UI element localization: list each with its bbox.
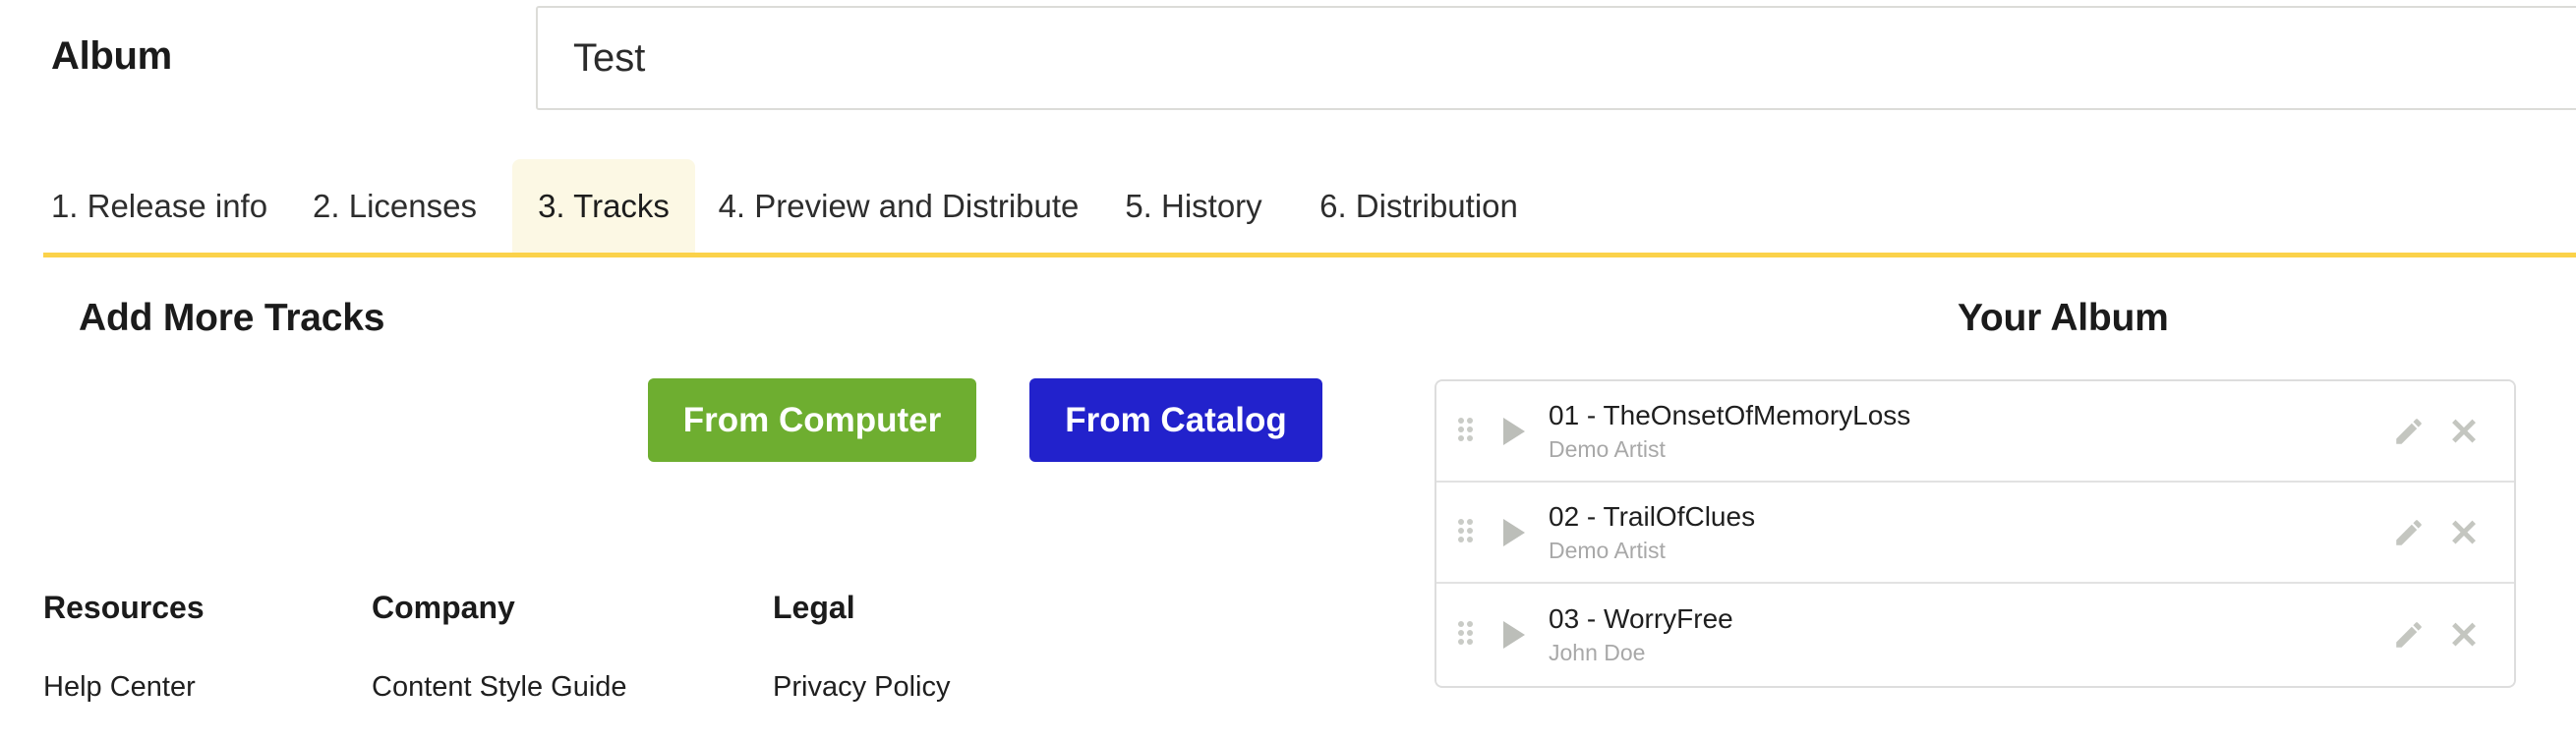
close-x-icon [2452,520,2476,544]
track-title: 01 - TheOnsetOfMemoryLoss [1549,399,1911,430]
edit-track-button[interactable] [2390,413,2428,450]
footer-column-company: Company Content Style Guide [372,590,627,704]
pencil-icon [2396,519,2422,545]
add-more-tracks-heading: Add More Tracks [79,297,385,339]
tab-history[interactable]: 5. History [1112,159,1275,254]
play-icon[interactable] [1503,518,1525,546]
close-x-icon [2452,419,2476,443]
track-info: 02 - TrailOfClues Demo Artist [1549,499,2390,566]
track-artist: Demo Artist [1549,537,1666,563]
footer-heading: Company [372,590,515,625]
tab-underline [43,253,2576,257]
drag-handle-icon[interactable] [1458,418,1486,444]
track-row[interactable]: 01 - TheOnsetOfMemoryLoss Demo Artist [1436,381,2514,483]
tab-licenses[interactable]: 2. Licenses [299,159,491,254]
from-computer-button[interactable]: From Computer [648,378,976,462]
footer-column-resources: Resources Help Center [43,590,205,704]
track-row-actions [2390,413,2483,450]
site-footer: Resources Help Center Company Content St… [0,590,2576,741]
track-info: 01 - TheOnsetOfMemoryLoss Demo Artist [1549,398,2390,465]
track-row[interactable]: 02 - TrailOfClues Demo Artist [1436,483,2514,584]
tab-tracks[interactable]: 3. Tracks [512,159,695,254]
footer-link-help-center[interactable]: Help Center [43,671,205,704]
track-title: 02 - TrailOfClues [1549,500,1756,532]
track-artist: Demo Artist [1549,435,1666,462]
album-header: Album [0,0,2576,123]
pencil-icon [2396,418,2422,444]
tab-bar: 1. Release info 2. Licenses 3. Tracks 4.… [0,159,2576,257]
footer-heading: Resources [43,590,205,625]
tab-distribution[interactable]: 6. Distribution [1298,159,1540,254]
footer-link-content-style-guide[interactable]: Content Style Guide [372,671,627,704]
footer-heading: Legal [773,590,855,625]
tab-release-info[interactable]: 1. Release info [43,159,275,254]
tab-preview-and-distribute[interactable]: 4. Preview and Distribute [704,159,1093,254]
album-label: Album [51,34,172,78]
from-catalog-button[interactable]: From Catalog [1029,378,1322,462]
delete-track-button[interactable] [2445,413,2483,450]
delete-track-button[interactable] [2445,514,2483,551]
album-title-input[interactable] [536,6,2576,110]
your-album-heading: Your Album [1958,297,2169,339]
drag-handle-icon[interactable] [1458,519,1486,545]
footer-link-privacy-policy[interactable]: Privacy Policy [773,671,951,704]
edit-track-button[interactable] [2390,514,2428,551]
play-icon[interactable] [1503,417,1525,445]
track-row-actions [2390,514,2483,551]
footer-column-legal: Legal Privacy Policy [773,590,951,704]
